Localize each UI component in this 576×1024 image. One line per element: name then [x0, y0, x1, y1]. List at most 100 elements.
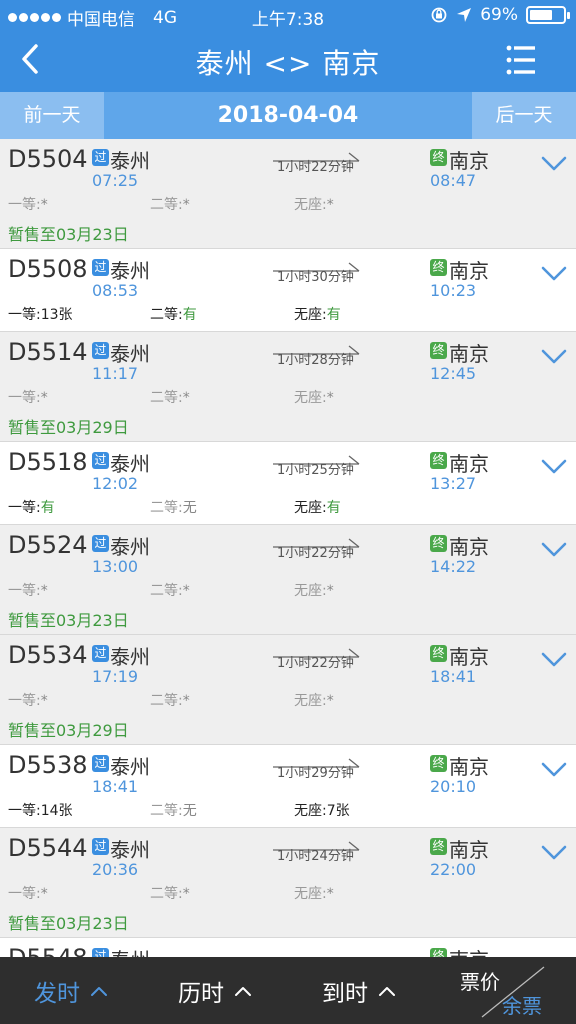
seat-label: 二等: — [150, 307, 183, 323]
sale-note: 暂售至03月29日 — [8, 418, 129, 437]
expand-chevron-icon[interactable] — [540, 348, 568, 366]
seat-standing: 无座:* — [294, 194, 334, 214]
sale-note: 暂售至03月23日 — [8, 914, 129, 933]
seat-value: * — [40, 583, 48, 599]
prev-day-button[interactable]: 前一天 — [0, 92, 104, 139]
train-number: D5524 — [8, 531, 88, 559]
seat-second-class: 二等:有 — [150, 304, 197, 324]
train-number: D5514 — [8, 338, 88, 366]
current-date[interactable]: 2018-04-04 — [104, 92, 472, 139]
train-row[interactable]: D5504 过 泰州 07:25 1小时22分钟 终 南京 08:47 一等:*… — [0, 139, 576, 249]
seat-value: 有 — [182, 307, 197, 323]
seat-second-class: 二等:* — [150, 580, 190, 600]
arrive-time: 10:23 — [430, 281, 477, 300]
train-row[interactable]: D5524 过 泰州 13:00 1小时22分钟 终 南京 14:22 一等:*… — [0, 525, 576, 635]
seat-value: * — [182, 693, 190, 709]
next-day-button[interactable]: 后一天 — [472, 92, 576, 139]
arrive-time: 18:41 — [430, 667, 477, 686]
duration: 1小时25分钟 — [277, 463, 354, 478]
seat-value: * — [326, 886, 334, 902]
bottom-sort-bar: 发时 历时 到时 票价 余票 — [0, 957, 576, 1024]
from-station: 泰州 — [110, 755, 150, 779]
arrive-time: 22:00 — [430, 860, 477, 879]
pass-badge: 过 — [92, 645, 109, 662]
terminal-badge: 终 — [430, 755, 447, 772]
expand-chevron-icon[interactable] — [540, 265, 568, 283]
depart-time: 18:41 — [92, 777, 139, 796]
train-row[interactable]: D5538 过 泰州 18:41 1小时29分钟 终 南京 20:10 一等:1… — [0, 745, 576, 828]
to-station: 南京 — [449, 645, 489, 669]
orientation-lock-icon — [431, 7, 447, 23]
duration: 1小时22分钟 — [277, 656, 354, 671]
battery-percent: 69% — [480, 5, 518, 25]
expand-chevron-icon[interactable] — [540, 651, 568, 669]
sort-by-depart-button[interactable]: 发时 — [34, 957, 108, 1024]
expand-chevron-icon[interactable] — [540, 458, 568, 476]
to-station: 南京 — [449, 838, 489, 862]
train-row[interactable]: D5544 过 泰州 20:36 1小时24分钟 终 南京 22:00 一等:*… — [0, 828, 576, 938]
to-station: 南京 — [449, 452, 489, 476]
to-station: 南京 — [449, 535, 489, 559]
seat-second-class: 二等:* — [150, 690, 190, 710]
app-header: 中国电信 4G 上午7:38 69% 泰州 <> 南京 — [0, 0, 576, 92]
seat-label: 无座: — [294, 500, 327, 516]
seat-value: 无 — [182, 803, 197, 819]
seat-first-class: 一等:* — [8, 387, 48, 407]
seat-label: 无座: — [294, 803, 327, 819]
depart-time: 12:02 — [92, 474, 139, 493]
seat-label: 二等: — [150, 803, 183, 819]
expand-chevron-icon[interactable] — [540, 844, 568, 862]
from-station: 泰州 — [110, 342, 150, 366]
chevron-up-icon — [235, 986, 251, 996]
seat-value: * — [182, 583, 190, 599]
sort-label: 历时 — [178, 980, 224, 1007]
duration: 1小时24分钟 — [277, 849, 354, 864]
seat-label: 一等: — [8, 390, 41, 406]
seat-first-class: 一等:13张 — [8, 304, 73, 324]
seat-first-class: 一等:* — [8, 194, 48, 214]
seat-label: 一等: — [8, 197, 41, 213]
chevron-up-icon — [379, 986, 395, 996]
to-station: 南京 — [449, 259, 489, 283]
expand-chevron-icon[interactable] — [540, 541, 568, 559]
from-station: 泰州 — [110, 535, 150, 559]
duration: 1小时30分钟 — [277, 270, 354, 285]
seat-standing: 无座:* — [294, 387, 334, 407]
pass-badge: 过 — [92, 755, 109, 772]
to-station: 南京 — [449, 149, 489, 173]
train-row[interactable]: D5534 过 泰州 17:19 1小时22分钟 终 南京 18:41 一等:*… — [0, 635, 576, 745]
train-row[interactable]: D5514 过 泰州 11:17 1小时28分钟 终 南京 12:45 一等:*… — [0, 332, 576, 442]
page-title: 泰州 <> 南京 — [195, 47, 381, 80]
price-remaining-toggle[interactable]: 票价 余票 — [452, 957, 576, 1024]
seat-value: 有 — [40, 500, 55, 516]
depart-time: 11:17 — [92, 364, 139, 383]
to-station: 南京 — [449, 342, 489, 366]
seat-label: 二等: — [150, 693, 183, 709]
pass-badge: 过 — [92, 838, 109, 855]
expand-chevron-icon[interactable] — [540, 155, 568, 173]
train-number: D5544 — [8, 834, 88, 862]
expand-chevron-icon[interactable] — [540, 761, 568, 779]
sale-note: 暂售至03月23日 — [8, 611, 129, 630]
terminal-badge: 终 — [430, 342, 447, 359]
list-menu-icon[interactable] — [506, 44, 536, 76]
pass-badge: 过 — [92, 948, 109, 957]
seat-second-class: 二等:* — [150, 387, 190, 407]
train-row[interactable]: D5518 过 泰州 12:02 1小时25分钟 终 南京 13:27 一等:有… — [0, 442, 576, 525]
seat-second-class: 二等:无 — [150, 800, 197, 820]
seat-standing: 无座:7张 — [294, 800, 350, 820]
from-station: 泰州 — [110, 944, 150, 957]
train-row[interactable]: D5508 过 泰州 08:53 1小时30分钟 终 南京 10:23 一等:1… — [0, 249, 576, 332]
price-label: 票价 — [460, 970, 500, 994]
pass-badge: 过 — [92, 535, 109, 552]
train-row-partial[interactable]: D5548 过 泰州 终 南京 — [0, 938, 576, 957]
depart-time: 17:19 — [92, 667, 139, 686]
seat-label: 二等: — [150, 390, 183, 406]
train-number: D5518 — [8, 448, 88, 476]
seat-value: * — [40, 197, 48, 213]
depart-time: 08:53 — [92, 281, 139, 300]
seat-label: 一等: — [8, 307, 41, 323]
sort-by-arrive-button[interactable]: 到时 — [322, 957, 396, 1024]
to-station: 南京 — [449, 755, 489, 779]
sort-by-duration-button[interactable]: 历时 — [178, 957, 252, 1024]
